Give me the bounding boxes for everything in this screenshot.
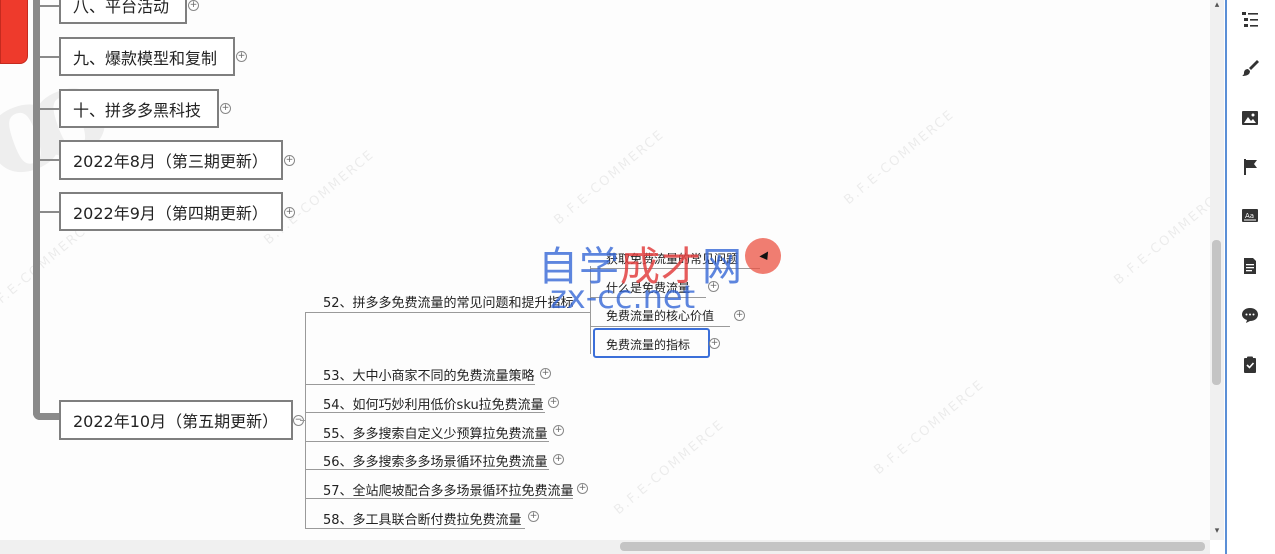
- branch-node[interactable]: 2022年9月（第四期更新）: [59, 192, 283, 231]
- subtopic-underline: [305, 312, 590, 313]
- mindmap-canvas[interactable]: ꝏ B.F.E-COMMERCE B.F.E-COMMERCE B.F.E-CO…: [0, 0, 1210, 540]
- expand-icon[interactable]: +: [220, 103, 231, 114]
- expand-icon[interactable]: +: [734, 310, 745, 321]
- expand-icon[interactable]: +: [709, 338, 720, 349]
- branch-label: 2022年9月（第四期更新）: [73, 203, 268, 223]
- scroll-down-icon[interactable]: ▾: [1210, 526, 1224, 538]
- expand-icon[interactable]: +: [188, 0, 199, 11]
- expand-icon[interactable]: +: [553, 454, 564, 465]
- subtopic-underline: [305, 469, 549, 470]
- comment-icon[interactable]: [1234, 299, 1266, 331]
- watermark-text: B.F.E-COMMERCE: [841, 107, 958, 208]
- branch-label: 2022年10月（第五期更新）: [73, 412, 279, 431]
- branch-connector: [40, 211, 60, 213]
- watermark-text: B.F.E-COMMERCE: [551, 127, 668, 228]
- subtopic-label[interactable]: 53、大中小商家不同的免费流量策略: [323, 365, 535, 384]
- subtopic-connector: [300, 420, 306, 421]
- branch-node[interactable]: 十、拼多多黑科技: [59, 89, 219, 128]
- trunk-connector: [33, 413, 61, 420]
- watermark-text: B.F.E-COMMERCE: [871, 377, 988, 478]
- branch-node[interactable]: 2022年10月（第五期更新）: [59, 400, 293, 440]
- branch-connector: [40, 56, 60, 58]
- trunk-connector: [33, 0, 40, 420]
- branch-node[interactable]: 九、爆款模型和复制: [59, 37, 235, 76]
- expand-icon[interactable]: +: [284, 207, 295, 218]
- horizontal-scrollbar-thumb[interactable]: [620, 542, 1205, 551]
- subtopic-underline: [305, 384, 535, 385]
- branch-connector: [40, 5, 60, 7]
- subtopic-label[interactable]: 58、多工具联合断付费拉免费流量: [323, 509, 522, 528]
- expand-icon[interactable]: +: [284, 155, 295, 166]
- subtopic-underline: [305, 528, 525, 529]
- scroll-up-icon[interactable]: ▴: [1210, 0, 1224, 12]
- subtopic-underline: [305, 441, 549, 442]
- watermark-text: B.F.E-COMMERCE: [1111, 187, 1210, 288]
- subtopic-label[interactable]: 52、拼多多免费流量的常见问题和提升指标: [323, 292, 574, 311]
- branch-label: 十、拼多多黑科技: [73, 100, 202, 120]
- expand-icon[interactable]: +: [553, 425, 564, 436]
- expand-icon[interactable]: +: [540, 368, 551, 379]
- subtopic-underline: [305, 498, 573, 499]
- subtopic-label[interactable]: 54、如何巧妙利用低价sku拉免费流量: [323, 394, 544, 413]
- note-icon[interactable]: [1234, 250, 1266, 282]
- expand-icon[interactable]: +: [528, 511, 539, 522]
- subtopic-underline: [305, 412, 545, 413]
- branch-node[interactable]: 2022年8月（第三期更新）: [59, 140, 283, 180]
- branch-node[interactable]: 八、平台活动: [59, 0, 187, 24]
- brand-text: 网: [702, 244, 743, 290]
- expand-icon[interactable]: +: [577, 483, 588, 494]
- subtopic-label[interactable]: 57、全站爬坡配合多多场景循环拉免费流量: [323, 480, 574, 499]
- leaf-underline: [590, 326, 730, 327]
- brand-url: zx-cc.net: [550, 278, 696, 316]
- text-style-icon[interactable]: Aa: [1234, 200, 1266, 232]
- outline-icon[interactable]: [1234, 3, 1266, 35]
- watermark-text: B.F.E-COMMERCE: [611, 417, 728, 518]
- expand-icon[interactable]: +: [548, 397, 559, 408]
- branch-connector: [40, 159, 60, 161]
- image-icon[interactable]: [1234, 102, 1266, 134]
- vertical-scrollbar-thumb[interactable]: [1212, 240, 1221, 385]
- leaf-label[interactable]: 免费流量的指标: [606, 336, 690, 353]
- subtopic-label[interactable]: 56、多多搜索多多场景循环拉免费流量: [323, 451, 548, 470]
- branch-label: 九、爆款模型和复制: [73, 48, 218, 68]
- branch-connector: [40, 108, 60, 110]
- expand-icon[interactable]: +: [236, 51, 247, 62]
- task-icon[interactable]: [1234, 349, 1266, 381]
- branch-label: 2022年8月（第三期更新）: [73, 152, 268, 171]
- flag-icon[interactable]: [1234, 151, 1266, 183]
- branch-label: 八、平台活动: [73, 0, 170, 16]
- brush-icon[interactable]: [1234, 52, 1266, 84]
- svg-text:Aa: Aa: [1245, 212, 1254, 220]
- root-node[interactable]: [0, 0, 28, 64]
- watermark-text: B.F.E-COMMERCE: [0, 217, 98, 318]
- subtopic-label[interactable]: 55、多多搜索自定义少预算拉免费流量: [323, 423, 548, 442]
